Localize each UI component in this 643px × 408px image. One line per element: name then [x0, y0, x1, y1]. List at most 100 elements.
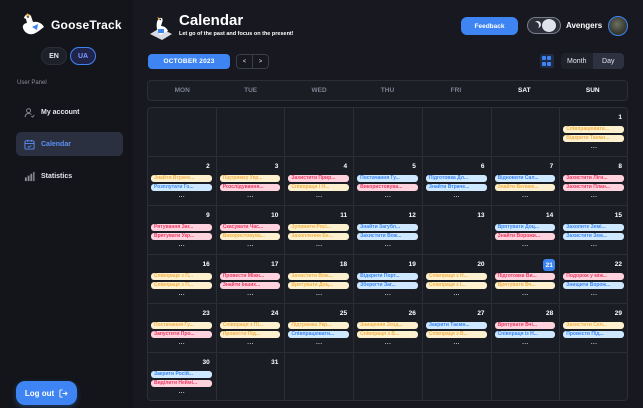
more-tasks-indicator[interactable]: ...: [148, 242, 216, 248]
more-tasks-indicator[interactable]: ...: [560, 291, 627, 297]
calendar-day-cell[interactable]: 29 Захистити Сел... Провести Під......: [560, 304, 627, 353]
task-chip[interactable]: Рятування Заг...: [151, 224, 212, 231]
task-chip[interactable]: Захистити План...: [563, 184, 624, 191]
calendar-day-cell[interactable]: 13: [422, 206, 492, 255]
task-chip[interactable]: Співпрацювати...: [563, 126, 624, 133]
more-tasks-indicator[interactable]: ...: [217, 242, 285, 248]
task-chip[interactable]: Захистити Вож...: [357, 233, 418, 240]
more-tasks-indicator[interactable]: ...: [148, 291, 216, 297]
task-chip[interactable]: Співпраця з В...: [425, 331, 487, 338]
more-tasks-indicator[interactable]: ...: [560, 193, 627, 199]
task-chip[interactable]: Врятувати Вчі...: [494, 322, 556, 329]
calendar-day-cell[interactable]: 9 Рятування Заг... Врятувати Укр......: [148, 206, 217, 255]
month-view-button[interactable]: Month: [561, 53, 593, 69]
task-chip[interactable]: Подорож у між...: [563, 273, 624, 280]
task-chip[interactable]: Зберегти Заг...: [357, 282, 418, 289]
calendar-day-cell[interactable]: 31: [217, 353, 286, 400]
sidebar-item-calendar[interactable]: Calendar: [16, 132, 123, 156]
task-chip[interactable]: Скасувати Час...: [219, 224, 281, 231]
task-chip[interactable]: Співпрацювати...: [288, 331, 350, 338]
day-view-button[interactable]: Day: [592, 53, 624, 69]
calendar-day-cell[interactable]: 21 Підготовка Ви... Врятувати Вч......: [491, 255, 561, 304]
task-chip[interactable]: Постачання Гу...: [357, 175, 418, 182]
avatar[interactable]: [608, 16, 628, 36]
task-chip[interactable]: Співпраця з І...: [425, 282, 487, 289]
task-chip[interactable]: Співпраця із Н...: [494, 331, 556, 338]
calendar-day-cell[interactable]: 26 Знищення Зозд... Співпраця з В......: [354, 304, 423, 353]
calendar-day-cell[interactable]: 14 Врятувати Доц... Знайти Ворожи......: [491, 206, 561, 255]
calendar-day-cell[interactable]: 20 Співпраця з Н... Співпраця з І......: [422, 255, 492, 304]
calendar-day-cell[interactable]: 30 Закрити Росій... Виділити Неймі......: [148, 353, 217, 400]
calendar-day-cell[interactable]: 10 Скасувати Час... Використовува......: [216, 206, 286, 255]
task-chip[interactable]: Захопите Земі...: [563, 224, 624, 231]
calendar-day-cell[interactable]: 7 Відновити Сал... Знайти Велике......: [491, 157, 561, 206]
calendar-day-cell[interactable]: 16 Співпраця з П... Співпраця з П......: [148, 255, 217, 304]
more-tasks-indicator[interactable]: ...: [492, 193, 560, 199]
current-period-button[interactable]: OCTOBER 2023: [148, 54, 230, 69]
feedback-button[interactable]: Feedback: [461, 17, 518, 35]
more-tasks-indicator[interactable]: ...: [217, 291, 285, 297]
calendar-day-cell[interactable]: 23 Постачання Гу... Запустити Про......: [148, 304, 217, 353]
more-tasks-indicator[interactable]: ...: [492, 291, 560, 297]
more-tasks-indicator[interactable]: ...: [423, 340, 491, 346]
task-chip[interactable]: Використовува...: [357, 184, 418, 191]
calendar-day-cell[interactable]: 18 Захистити Вож... Врятувати Доц......: [285, 255, 355, 304]
lang-en-button[interactable]: EN: [41, 47, 67, 65]
logout-button[interactable]: Log out: [16, 381, 77, 405]
task-chip[interactable]: Знайти Ворожи...: [494, 233, 556, 240]
task-chip[interactable]: Підтримку Укр...: [219, 175, 281, 182]
theme-toggle[interactable]: [527, 17, 561, 34]
prev-period-button[interactable]: <: [237, 55, 252, 68]
task-chip[interactable]: Провести Під...: [563, 331, 624, 338]
task-chip[interactable]: Закрити Таємн...: [425, 322, 487, 329]
task-chip[interactable]: Розслідування...: [219, 184, 281, 191]
task-chip[interactable]: Врятувати Доц...: [288, 282, 350, 289]
task-chip[interactable]: Захистити Зем...: [563, 233, 624, 240]
more-tasks-indicator[interactable]: ...: [354, 340, 422, 346]
calendar-day-cell[interactable]: 12 Знайти Загубл... Захистити Вож......: [354, 206, 423, 255]
task-chip[interactable]: Знайти Велике...: [494, 184, 556, 191]
task-chip[interactable]: Знайти Втраче...: [151, 175, 212, 182]
more-tasks-indicator[interactable]: ...: [148, 389, 216, 395]
task-chip[interactable]: Відкрити Порт...: [357, 273, 418, 280]
task-chip[interactable]: Закрити Росій...: [151, 371, 212, 378]
more-tasks-indicator[interactable]: ...: [285, 291, 353, 297]
task-chip[interactable]: Підтримка Укр...: [288, 322, 350, 329]
task-chip[interactable]: Співпраця з В...: [357, 331, 418, 338]
more-tasks-indicator[interactable]: ...: [423, 193, 491, 199]
task-chip[interactable]: Врятувати Доц...: [494, 224, 556, 231]
more-tasks-indicator[interactable]: ...: [492, 340, 560, 346]
task-chip[interactable]: Захистити Сел...: [563, 322, 624, 329]
task-chip[interactable]: Відновити Сал...: [494, 175, 556, 182]
calendar-day-cell[interactable]: 2 Знайти Втраче... Розплутати Го......: [148, 157, 217, 206]
task-chip[interactable]: Врятувати Укр...: [151, 233, 212, 240]
more-tasks-indicator[interactable]: ...: [354, 242, 422, 248]
task-chip[interactable]: Співпраця з Пl...: [219, 322, 281, 329]
task-chip[interactable]: Використовува...: [219, 233, 281, 240]
task-chip[interactable]: Провести Під...: [219, 331, 281, 338]
calendar-day-cell[interactable]: 15 Захопите Земі... Захистити Зем......: [560, 206, 627, 255]
calendar-day-cell[interactable]: 25 Підтримка Укр... Співпрацювати......: [285, 304, 355, 353]
calendar-day-cell[interactable]: 28 Врятувати Вчі... Співпраця із Н......: [491, 304, 561, 353]
task-chip[interactable]: Знищити Ворож...: [563, 282, 624, 289]
task-chip[interactable]: Запустити Про...: [151, 331, 212, 338]
task-chip[interactable]: Захистити Прир...: [288, 175, 350, 182]
lang-ua-button[interactable]: UA: [70, 47, 96, 65]
task-chip[interactable]: Розплутати Го...: [151, 184, 212, 191]
task-chip[interactable]: Провести Міжн...: [219, 273, 281, 280]
task-chip[interactable]: Виділити Неймі...: [151, 380, 212, 387]
more-tasks-indicator[interactable]: ...: [492, 242, 560, 248]
calendar-day-cell[interactable]: 22 Подорож у між... Знищити Ворож......: [560, 255, 627, 304]
calendar-day-cell[interactable]: 19 Відкрити Порт... Зберегти Заг......: [354, 255, 423, 304]
task-chip[interactable]: Знайти Загубл...: [357, 224, 418, 231]
calendar-day-cell[interactable]: 3 Підтримку Укр... Розслідування......: [216, 157, 286, 206]
more-tasks-indicator[interactable]: ...: [148, 340, 216, 346]
more-tasks-indicator[interactable]: ...: [217, 193, 285, 199]
task-chip[interactable]: Співпраця з П...: [151, 273, 212, 280]
calendar-day-cell[interactable]: 4 Захистити Прир... Співпраця і Н......: [285, 157, 355, 206]
more-tasks-indicator[interactable]: ...: [285, 242, 353, 248]
more-tasks-indicator[interactable]: ...: [217, 340, 285, 346]
more-tasks-indicator[interactable]: ...: [560, 144, 627, 150]
more-tasks-indicator[interactable]: ...: [285, 340, 353, 346]
more-tasks-indicator[interactable]: ...: [354, 291, 422, 297]
